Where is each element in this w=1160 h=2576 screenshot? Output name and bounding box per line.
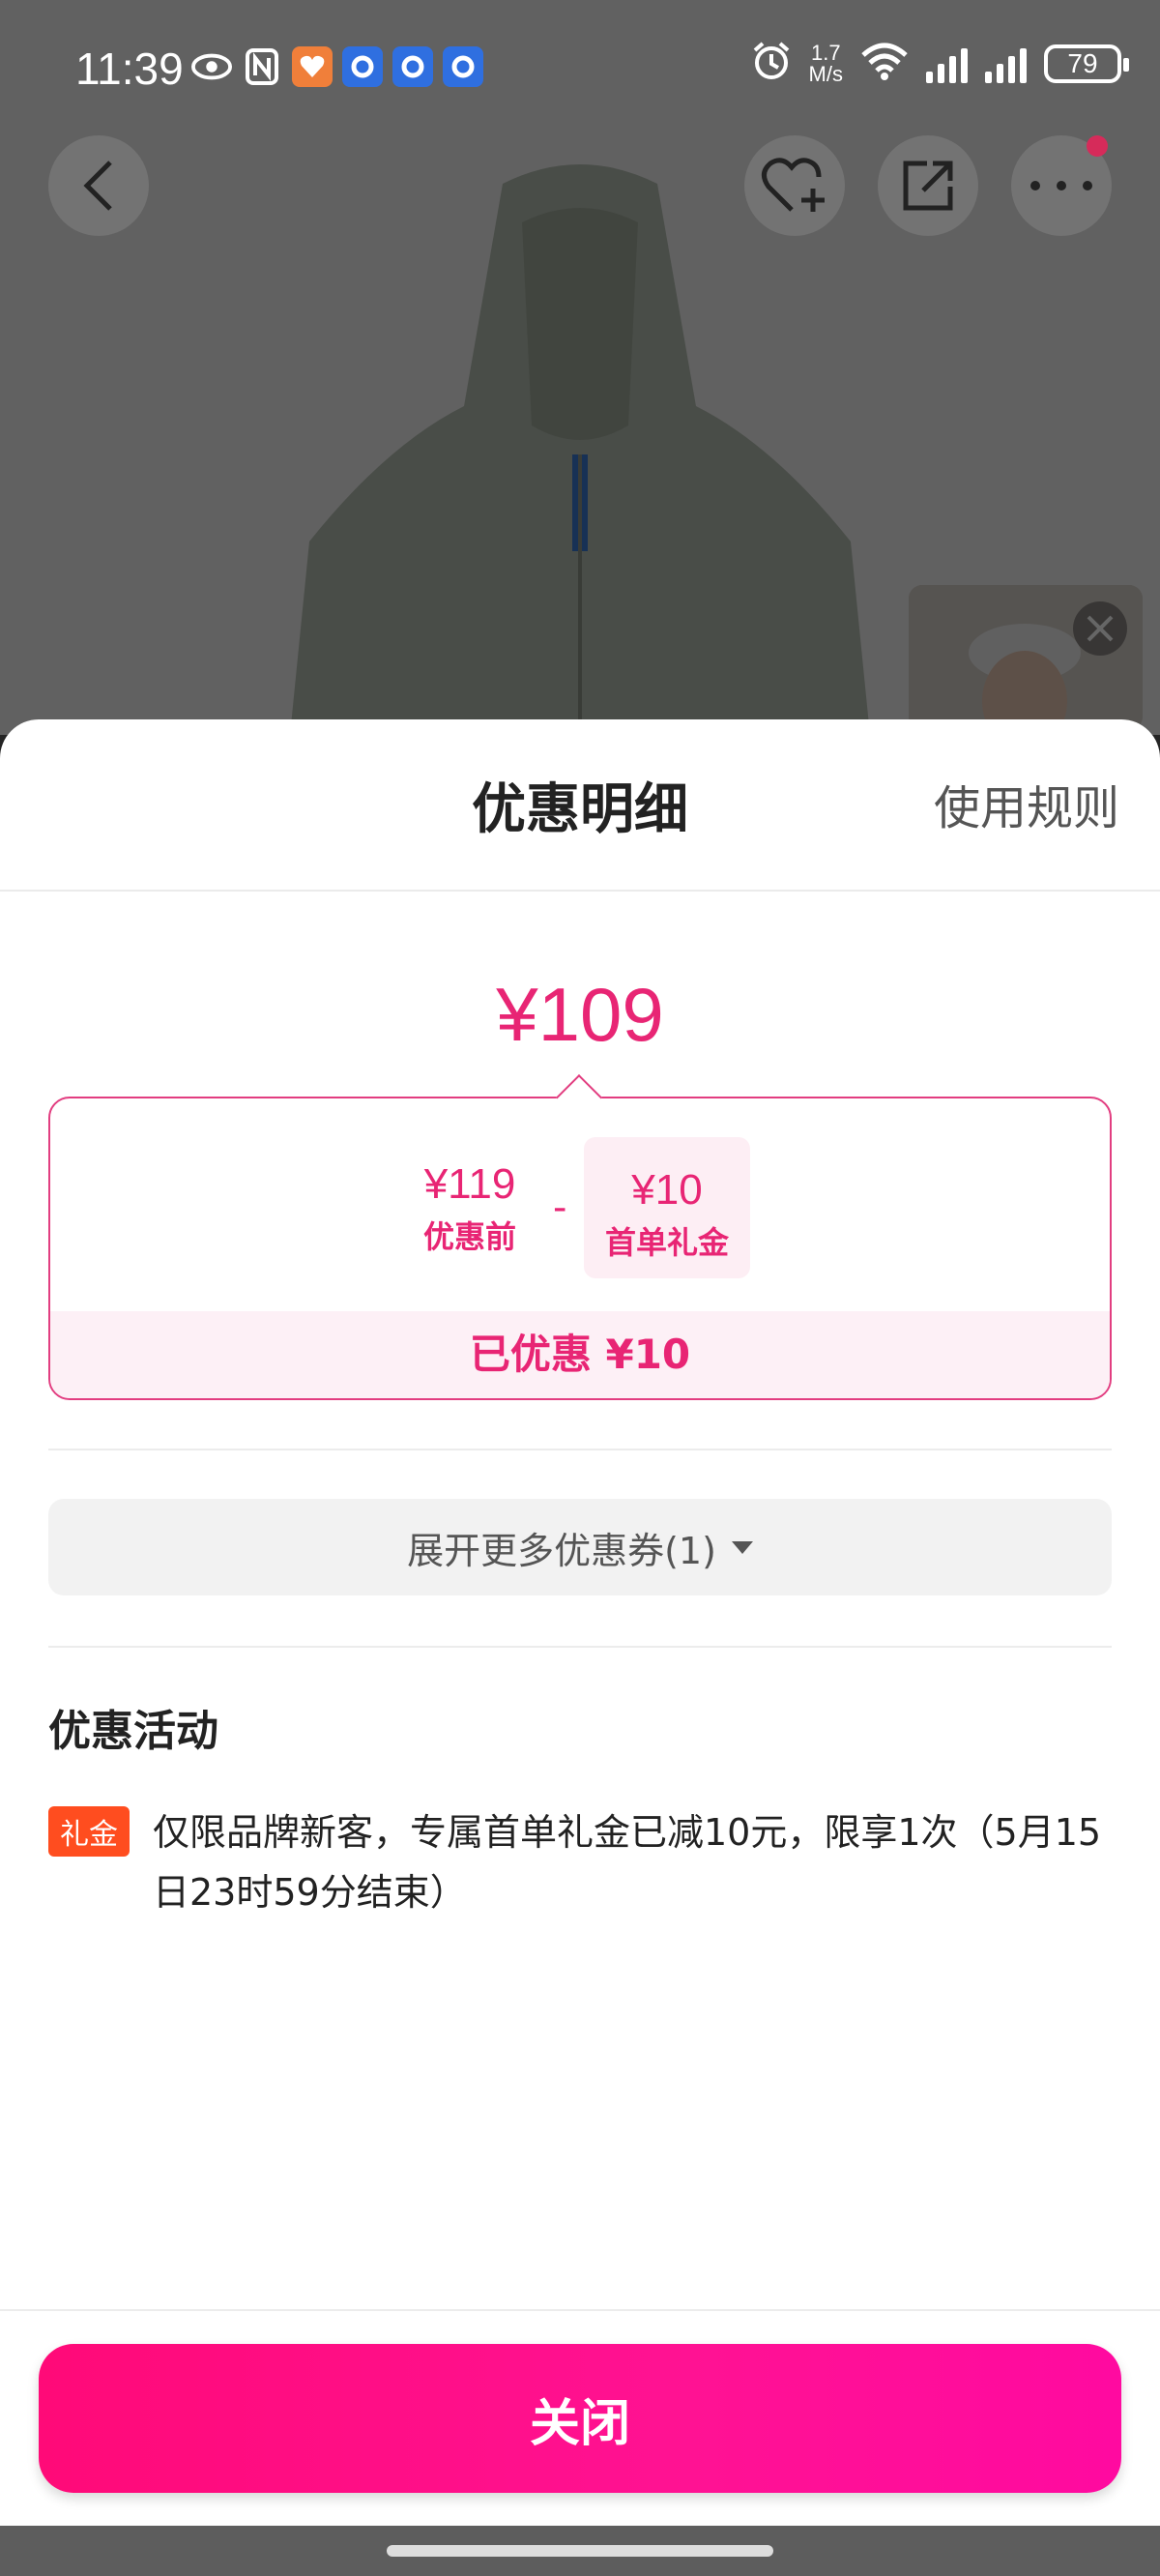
footer-divider	[0, 2309, 1160, 2311]
wifi-icon	[860, 42, 909, 85]
signal-icon	[985, 44, 1027, 83]
network-speed-unit: M/s	[808, 61, 843, 86]
gift-discount-item: ¥10 首单礼金	[584, 1137, 751, 1278]
original-label: 优惠前	[423, 1218, 517, 1255]
divider	[48, 1449, 1112, 1450]
original-amount: ¥119	[423, 1160, 516, 1208]
minus-sign: -	[553, 1186, 567, 1230]
original-price-item: ¥119 优惠前	[423, 1160, 516, 1257]
close-button[interactable]: 关闭	[39, 2344, 1121, 2493]
battery-icon: 79	[1044, 44, 1129, 83]
usage-rules-link[interactable]: 使用规则	[934, 770, 1119, 837]
eye-icon	[191, 46, 232, 87]
signal-icon	[926, 44, 968, 83]
notification-icons	[191, 46, 483, 87]
notification-dot	[1087, 135, 1108, 157]
price-calculation-box: ¥119 优惠前 - ¥10 首单礼金 已优惠 ¥10	[48, 1073, 1112, 1400]
alarm-icon	[751, 41, 792, 86]
back-button[interactable]	[48, 135, 149, 236]
nfc-icon	[242, 46, 282, 87]
saved-amount-bar: 已优惠 ¥10	[50, 1311, 1110, 1398]
search-app-icon	[443, 46, 483, 87]
search-app-icon	[392, 46, 433, 87]
pointer-arrow	[555, 1073, 603, 1122]
gift-tag-badge: 礼金	[48, 1806, 130, 1857]
back-icon	[83, 161, 112, 211]
expand-button-label: 展开更多优惠券(1)	[407, 1529, 716, 1572]
gesture-navigation-bar	[0, 2526, 1160, 2576]
divider	[48, 1646, 1112, 1648]
final-price: ¥109	[496, 972, 664, 1057]
favorite-add-icon	[762, 158, 825, 212]
network-speed: 1.7 M/s	[808, 40, 843, 86]
promotion-description: 仅限品牌新客，专属首单礼金已减10元，限享1次（5月15日23时59分结束）	[153, 1811, 1102, 1914]
system-indicators: 1.7 M/s 79	[751, 40, 1129, 86]
share-icon	[903, 161, 953, 211]
network-speed-value: 1.7	[810, 40, 841, 65]
favorite-button[interactable]	[744, 135, 845, 236]
discount-label: 首单礼金	[605, 1224, 730, 1261]
caret-down-icon	[731, 1540, 753, 1554]
battery-level: 79	[1067, 47, 1098, 78]
status-bar: 11:39 1.7 M/s 79	[0, 0, 1160, 135]
status-time: 11:39	[75, 44, 184, 94]
home-handle[interactable]	[387, 2545, 773, 2557]
health-app-icon	[292, 46, 333, 87]
promotions-section-title: 优惠活动	[48, 1707, 218, 1756]
share-button[interactable]	[878, 135, 978, 236]
discount-amount: ¥10	[631, 1166, 703, 1214]
expand-more-coupons-button[interactable]: 展开更多优惠券(1)	[48, 1499, 1112, 1595]
more-icon	[1030, 181, 1092, 190]
search-app-icon	[342, 46, 383, 87]
sheet-header: 优惠明细 使用规则	[0, 719, 1160, 892]
discount-detail-sheet: 优惠明细 使用规则 ¥109 ¥119 优惠前 - ¥10 首单礼金 已优惠 ¥…	[0, 719, 1160, 2526]
promotion-item: 礼金 仅限品牌新客，专属首单礼金已减10元，限享1次（5月15日23时59分结束…	[48, 1802, 1121, 1922]
